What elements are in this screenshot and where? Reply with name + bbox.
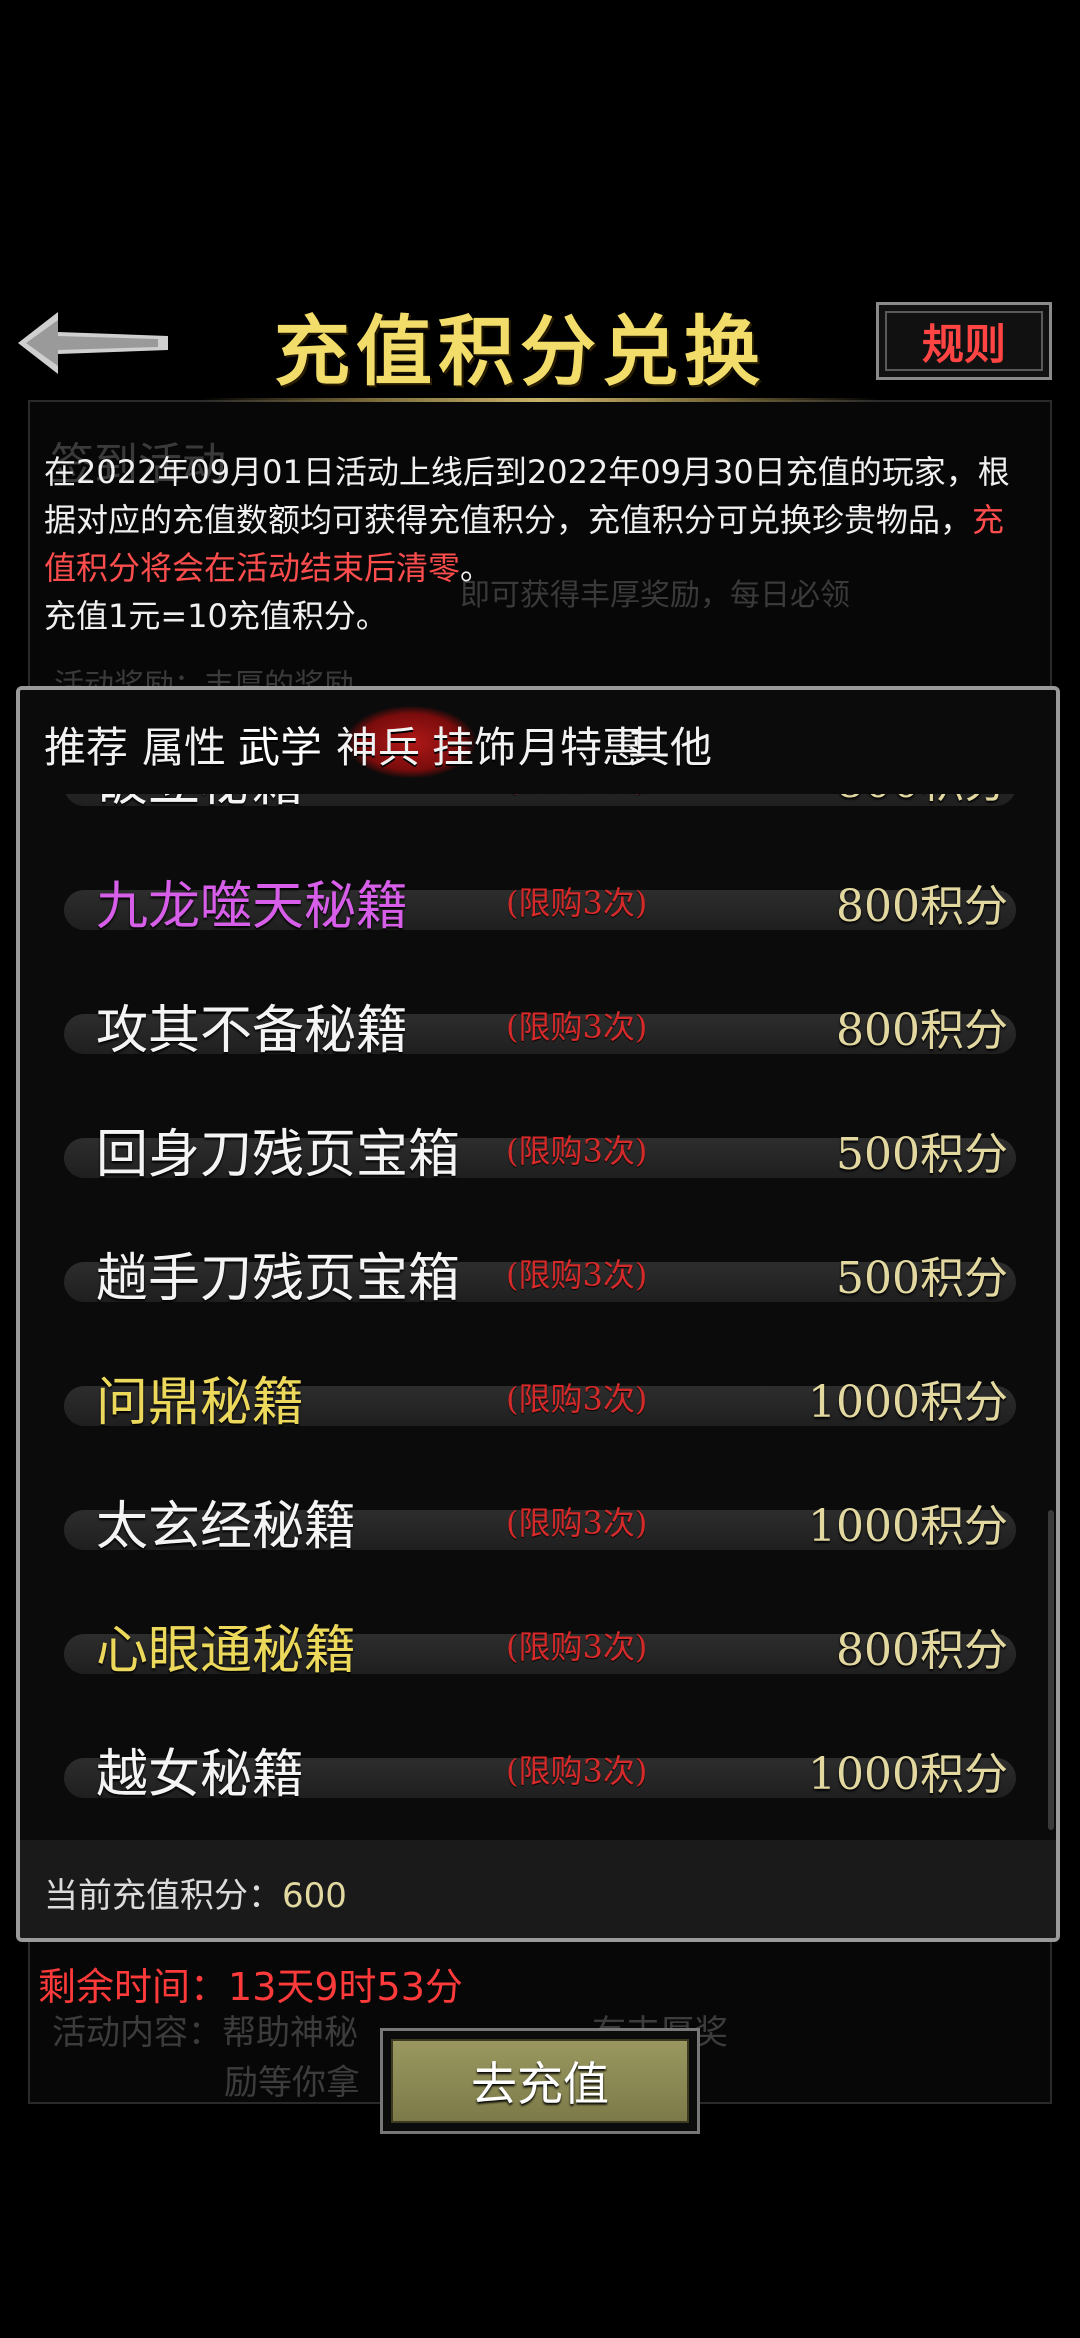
item-price: 800积分 [836,794,1008,810]
list-item[interactable]: 趟手刀残页宝箱 (限购3次) 500积分 [20,1200,1056,1324]
tab-recommend[interactable]: 推荐 [44,714,128,775]
ghost-content-line1: 活动内容：帮助神秘 [52,2013,358,2053]
points-value: 600 [282,1876,347,1916]
list-item[interactable]: 回身刀残页宝箱 (限购3次) 500积分 [20,1076,1056,1200]
points-label: 当前充值积分： [44,1876,282,1916]
item-name: 太玄经秘籍 [96,1497,357,1557]
item-name: 心眼通秘籍 [96,1621,357,1681]
item-name: 问鼎秘籍 [96,1373,305,1433]
description-text: 在2022年09月01日活动上线后到2022年09月30日充值的玩家，根据对应的… [44,453,1010,539]
list-item[interactable]: 太玄经秘籍 (限购3次) 1000积分 [20,1448,1056,1572]
ghost-content-line2: 励等你拿 [224,2063,360,2103]
remaining-value: 13天9时53分 [228,1965,463,2009]
tab-ornament[interactable]: 挂饰 [432,714,516,775]
exchange-rate: 充值1元=10充值积分。 [44,597,388,635]
category-tabs: 推荐 属性 武学 神兵 挂饰 月特惠 其他 [20,690,1056,794]
item-purchase-limit: (限购3次) [506,1380,648,1418]
item-name: 趟手刀残页宝箱 [96,1249,461,1309]
tab-attribute[interactable]: 属性 [142,714,226,775]
list-item[interactable]: 问鼎秘籍 (限购3次) 1000积分 [20,1324,1056,1448]
list-item[interactable]: 九龙噬天秘籍 (限购3次) 800积分 [20,828,1056,952]
tab-weapon[interactable]: 神兵 [336,714,420,775]
tab-other[interactable]: 其他 [628,714,712,775]
item-name: 越女秘籍 [96,1745,305,1805]
activity-description: 在2022年09月01日活动上线后到2022年09月30日充值的玩家，根据对应的… [44,448,1024,640]
item-name: 破立秘籍 [96,794,304,815]
item-purchase-limit: (限购3次) [506,884,648,922]
list-item[interactable]: 攻其不备秘籍 (限购3次) 800积分 [20,952,1056,1076]
header: 充值积分兑换 规则 [0,280,1080,410]
item-purchase-limit: (限购3次) [506,1752,648,1790]
item-price: 500积分 [836,1253,1008,1304]
recharge-button-face: 去充值 [391,2039,689,2123]
current-points: 当前充值积分：600 [44,1868,347,1917]
item-purchase-limit: (限购3次) [506,1256,648,1294]
tab-monthly-deal[interactable]: 月特惠 [518,714,644,775]
item-price: 1000积分 [808,1377,1008,1428]
recharge-button[interactable]: 去充值 [380,2028,700,2134]
item-name: 回身刀残页宝箱 [96,1125,461,1185]
description-end: 。 [460,549,493,587]
points-bar: 当前充值积分：600 [20,1840,1056,1938]
item-purchase-limit: (限购3次) [506,1132,648,1170]
back-arrow-icon[interactable] [18,308,178,378]
item-name: 攻其不备秘籍 [96,1001,409,1061]
recharge-button-label: 去充值 [471,2057,609,2111]
scrollbar[interactable] [1048,1510,1054,1830]
list-item[interactable]: 心眼通秘籍 (限购3次) 800积分 [20,1572,1056,1696]
page-title: 充值积分兑换 [274,307,766,396]
list-item[interactable]: 越女秘籍 (限购3次) 1000积分 [20,1696,1056,1820]
remaining-label: 剩余时间： [38,1965,229,2009]
title-divider [200,398,880,402]
item-purchase-limit: (限购3次) [506,1628,648,1666]
item-price: 1000积分 [808,1749,1008,1800]
item-purchase-limit: (限购3次) [506,1008,648,1046]
rules-button-label: 规则 [921,319,1006,369]
item-price: 500积分 [836,1129,1008,1180]
list-item[interactable]: 破立秘籍 (限购3次) 800积分 [20,794,1056,828]
rules-button[interactable]: 规则 [876,302,1052,380]
tab-martial-arts[interactable]: 武学 [238,714,322,775]
exchange-panel: 推荐 属性 武学 神兵 挂饰 月特惠 其他 破立秘籍(限购3次)800积分九龙噬… [16,686,1060,1942]
item-purchase-limit: (限购3次) [506,794,647,800]
item-purchase-limit: (限购3次) [506,1504,648,1542]
item-list: 破立秘籍(限购3次)800积分九龙噬天秘籍(限购3次)800积分攻其不备秘籍(限… [20,794,1056,1914]
remaining-time: 剩余时间：13天9时53分 [38,1956,463,2011]
item-price: 800积分 [836,1005,1008,1056]
item-price: 800积分 [836,881,1008,932]
item-name: 九龙噬天秘籍 [96,877,409,937]
item-price: 800积分 [836,1625,1008,1676]
item-price: 1000积分 [808,1501,1008,1552]
